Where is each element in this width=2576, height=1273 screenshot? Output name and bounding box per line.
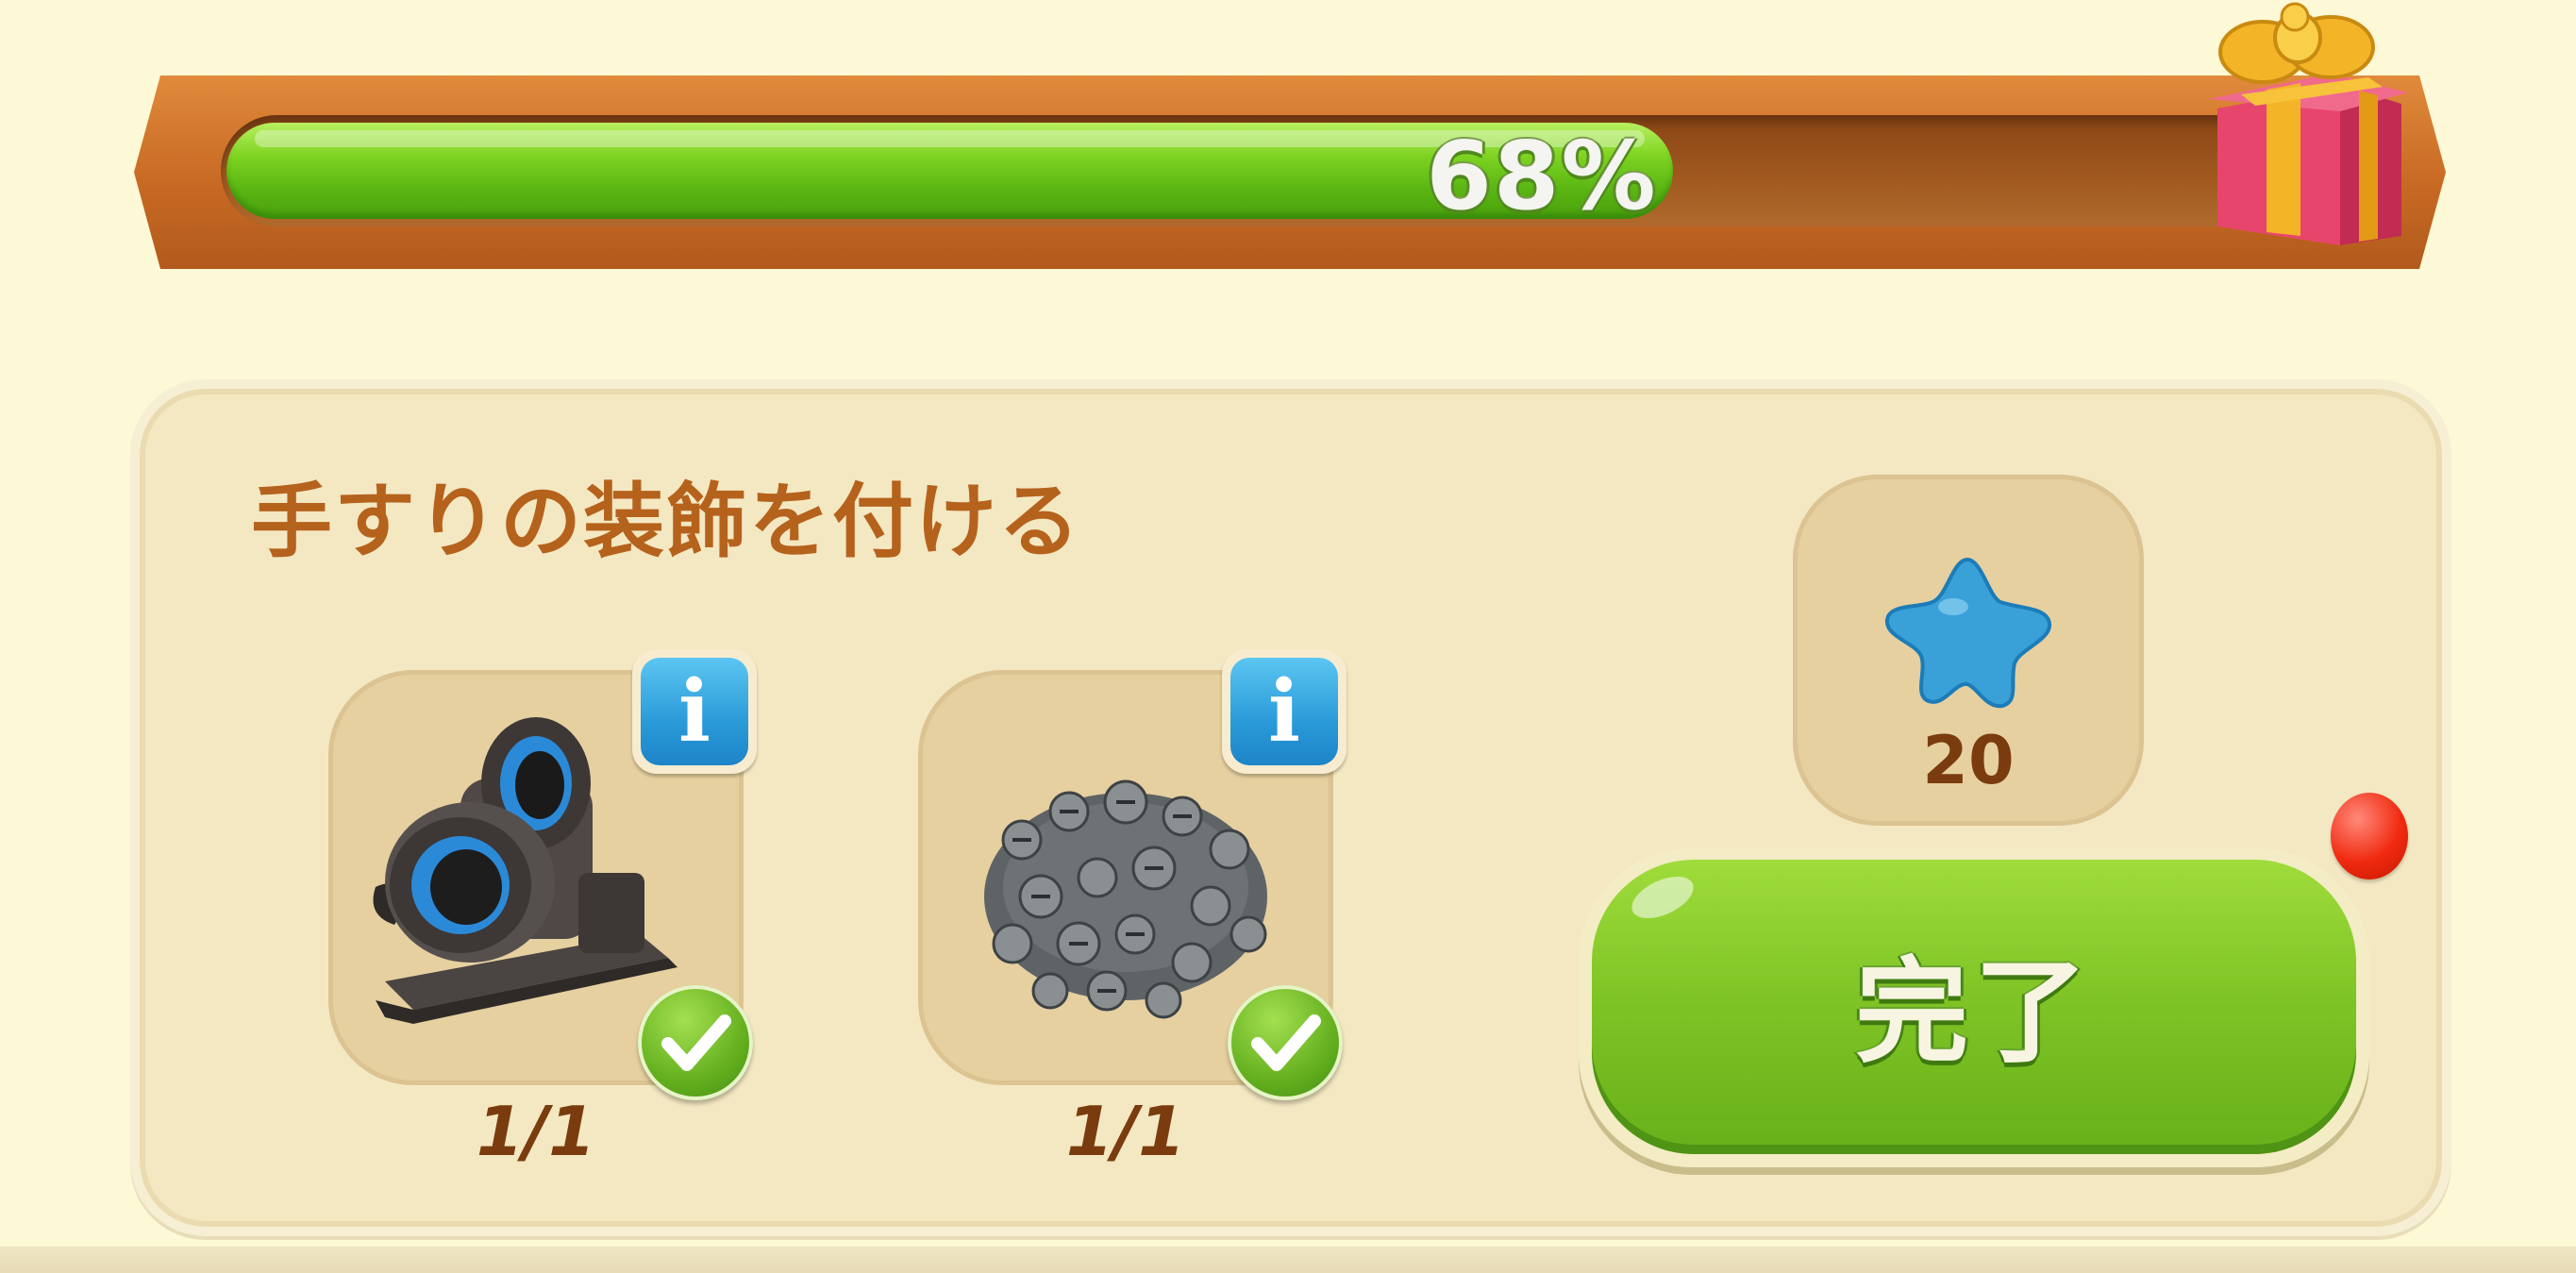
info-icon[interactable]: i <box>1222 649 1347 774</box>
check-icon <box>1228 985 1343 1100</box>
progress-track: 68% <box>221 115 2359 226</box>
item-slot-tape[interactable]: i <box>328 649 757 1100</box>
complete-button[interactable]: 完了 <box>1579 848 2369 1167</box>
item-count: 1/1 <box>1065 1092 1186 1171</box>
item-slot-screws[interactable]: i <box>918 649 1347 1100</box>
blue-star-icon <box>1885 557 2051 709</box>
reward-value: 20 <box>1922 722 2015 799</box>
reward-slot: 20 <box>1793 475 2144 826</box>
notification-dot <box>2331 793 2408 879</box>
gift-box-icon[interactable] <box>2189 0 2416 269</box>
progress-percent-label: 68% <box>1426 121 1658 231</box>
complete-button-label: 完了 <box>1855 947 2093 1079</box>
info-icon[interactable]: i <box>632 649 757 774</box>
progress-bar: 68% <box>134 75 2446 269</box>
task-title: 手すりの装飾を付ける <box>251 475 1081 569</box>
check-icon <box>638 985 753 1100</box>
item-count: 1/1 <box>476 1092 596 1171</box>
bottom-strip <box>0 1247 2576 1273</box>
task-panel: 手すりの装飾を付ける i 1/1 i 1/1 20 完了 <box>130 379 2451 1236</box>
